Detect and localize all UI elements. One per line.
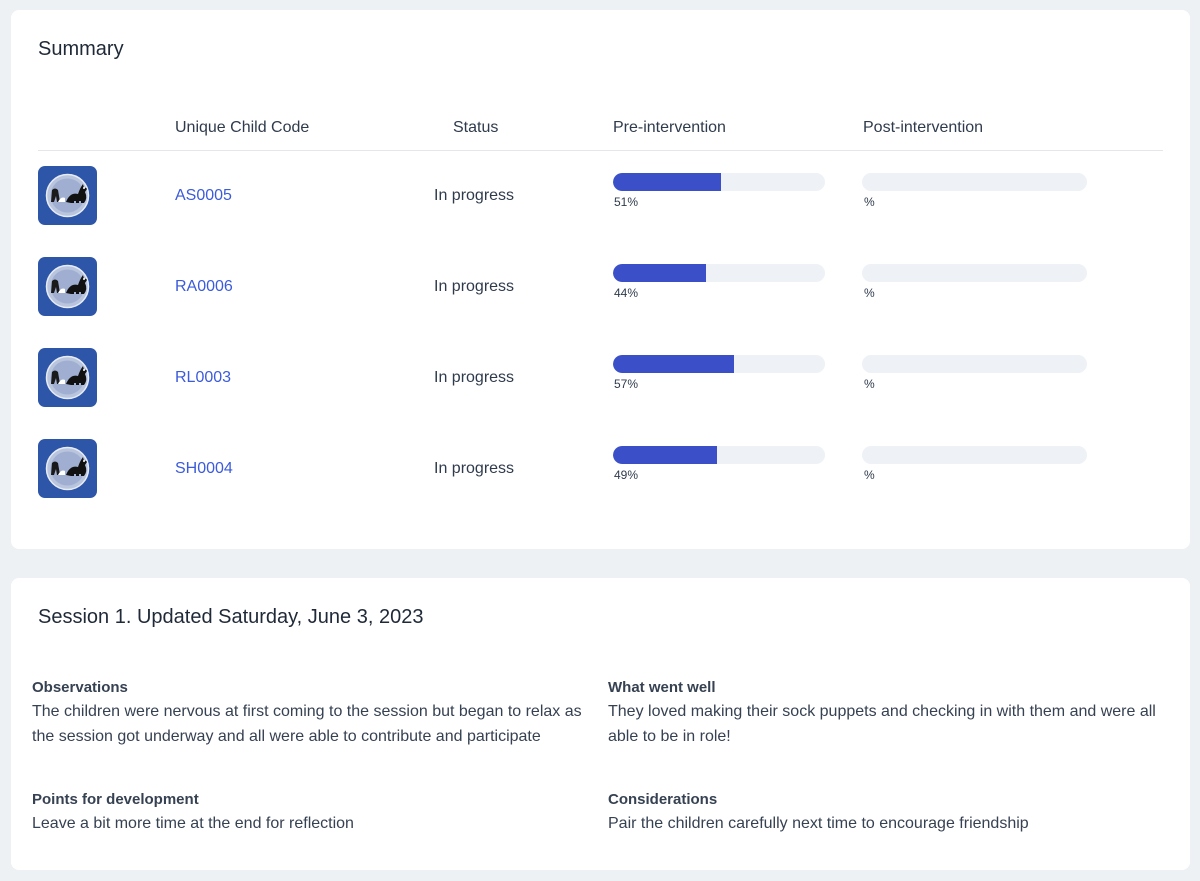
- table-row: AS0005 In progress 51% %: [38, 151, 1163, 242]
- header-post-intervention: Post-intervention: [863, 119, 984, 136]
- pre-intervention-progress-fill: [613, 446, 717, 464]
- post-intervention-percent: %: [864, 286, 875, 300]
- child-avatar-icon: [38, 166, 97, 225]
- post-intervention-percent: %: [864, 377, 875, 391]
- child-code-link[interactable]: RA0006: [175, 278, 233, 296]
- development-section: Points for development Leave a bit more …: [32, 788, 587, 837]
- post-intervention-progress-bar: [862, 173, 1087, 191]
- development-text: Leave a bit more time at the end for ref…: [32, 815, 354, 832]
- header-pre-intervention: Pre-intervention: [613, 119, 726, 136]
- pre-intervention-progress-bar: [613, 355, 825, 373]
- went-well-section: What went well They loved making their s…: [608, 676, 1163, 749]
- pre-intervention-percent: 57%: [614, 377, 639, 391]
- observations-section: Observations The children were nervous a…: [32, 676, 587, 749]
- pre-intervention-progress-bar: [613, 446, 825, 464]
- child-avatar-icon: [38, 439, 97, 498]
- status-text: In progress: [434, 369, 515, 386]
- pre-intervention-percent: 44%: [614, 286, 639, 300]
- pre-intervention-percent: 49%: [614, 468, 639, 482]
- header-status: Status: [453, 119, 499, 136]
- development-heading: Points for development: [32, 791, 199, 808]
- child-avatar-icon: [38, 257, 97, 316]
- considerations-text: Pair the children carefully next time to…: [608, 815, 1029, 832]
- pre-intervention-percent: 51%: [614, 195, 639, 209]
- session-title: Session 1. Updated Saturday, June 3, 202…: [38, 606, 424, 628]
- child-code-link[interactable]: RL0003: [175, 369, 231, 387]
- observations-heading: Observations: [32, 679, 128, 696]
- table-row: SH0004 In progress 49% %: [38, 424, 1163, 515]
- post-intervention-percent: %: [864, 468, 875, 482]
- summary-title: Summary: [38, 38, 124, 60]
- table-header: Unique Child Code Status Pre-interventio…: [38, 110, 1163, 151]
- table-row: RL0003 In progress 57% %: [38, 333, 1163, 424]
- session-card: Session 1. Updated Saturday, June 3, 202…: [11, 578, 1190, 870]
- header-child-code: Unique Child Code: [175, 119, 310, 136]
- summary-card: Summary Unique Child Code Status Pre-int…: [11, 10, 1190, 549]
- went-well-text: They loved making their sock puppets and…: [608, 703, 1156, 745]
- status-text: In progress: [434, 460, 515, 477]
- observations-text: The children were nervous at first comin…: [32, 703, 582, 745]
- child-code-link[interactable]: SH0004: [175, 460, 233, 478]
- pre-intervention-progress-fill: [613, 355, 734, 373]
- pre-intervention-progress-fill: [613, 264, 707, 282]
- pre-intervention-progress-bar: [613, 264, 825, 282]
- child-avatar-icon: [38, 348, 97, 407]
- pre-intervention-progress-bar: [613, 173, 825, 191]
- post-intervention-progress-bar: [862, 446, 1087, 464]
- status-text: In progress: [434, 187, 515, 204]
- pre-intervention-progress-fill: [613, 173, 722, 191]
- post-intervention-progress-bar: [862, 264, 1087, 282]
- status-text: In progress: [434, 278, 515, 295]
- considerations-heading: Considerations: [608, 791, 718, 808]
- table-row: RA0006 In progress 44% %: [38, 242, 1163, 333]
- went-well-heading: What went well: [608, 679, 716, 696]
- post-intervention-percent: %: [864, 195, 875, 209]
- post-intervention-progress-bar: [862, 355, 1087, 373]
- child-code-link[interactable]: AS0005: [175, 187, 232, 205]
- considerations-section: Considerations Pair the children careful…: [608, 788, 1163, 837]
